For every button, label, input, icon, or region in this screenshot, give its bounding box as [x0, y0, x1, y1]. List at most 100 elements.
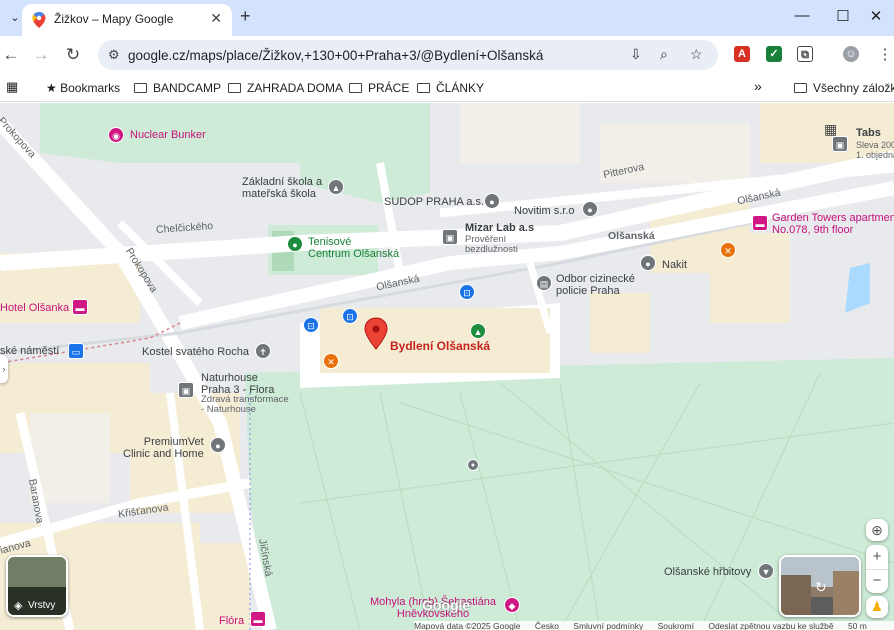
poi-garden-towers[interactable]: Garden Towers apartment No.078, 9th floo… — [772, 212, 894, 236]
grave-icon[interactable]: ● — [467, 459, 479, 471]
bookmark-item-label: PRÁCE — [368, 81, 410, 95]
bookmark-item-label: ZAHRADA DOMA — [247, 81, 344, 95]
site-settings-icon[interactable]: ⚙ — [108, 47, 120, 63]
shop-icon[interactable]: ▣ — [832, 136, 848, 152]
poi-olsanske-hrbitovy[interactable]: Olšanské hřbitovy — [664, 566, 751, 578]
minimize-icon[interactable]: — — [792, 7, 812, 24]
terms-link[interactable]: Smluvní podmínky — [573, 621, 643, 630]
bookmark-item-bookmarks[interactable]: ★ Bookmarks — [46, 81, 120, 95]
folder-icon — [228, 83, 241, 93]
transit-icon[interactable]: ▭ — [68, 343, 84, 359]
shop-icon[interactable]: ▣ — [178, 382, 194, 398]
map-footer: Mapová data ©2025 Google Česko Smluvní p… — [414, 621, 894, 630]
lock-icon[interactable]: ⊡ — [342, 308, 358, 324]
country-link[interactable]: Česko — [535, 621, 559, 630]
install-app-icon[interactable]: ⇩ — [630, 46, 642, 63]
shopping-icon[interactable]: ▬ — [250, 611, 266, 627]
hotel-icon[interactable]: ▬ — [72, 299, 88, 315]
browser-toolbar: ← → ↻ ⚙ google.cz/maps/place/Žižkov,+130… — [0, 36, 894, 74]
zoom-controls: + − — [866, 545, 888, 593]
office-icon[interactable]: ● — [640, 255, 656, 271]
window-close-icon[interactable]: ✕ — [866, 7, 886, 25]
google-logo: Google — [422, 597, 471, 613]
lock-icon[interactable]: ⊡ — [459, 284, 475, 300]
zoom-out-button[interactable]: − — [866, 569, 888, 593]
poi-namesti[interactable]: ské náměstí — [0, 345, 59, 357]
business-icon[interactable]: ▣ — [442, 229, 458, 245]
bookmark-folder-zahrada[interactable]: ZAHRADA DOMA — [228, 81, 343, 95]
extensions-puzzle-icon[interactable]: ⧉ — [797, 46, 813, 62]
more-menu-icon[interactable]: ⋮ — [874, 45, 894, 63]
apps-grid-icon[interactable]: ▦ — [6, 79, 18, 95]
all-bookmarks-folder[interactable]: Všechny záložky — [794, 81, 894, 95]
bookmark-folder-prace[interactable]: PRÁCE — [349, 81, 409, 95]
poi-nuclear-bunker[interactable]: Nuclear Bunker — [130, 129, 206, 141]
monument-icon[interactable]: ◆ — [504, 597, 520, 613]
poi-tenisove-centrum[interactable]: Tenisové Centrum Olšanská — [308, 236, 399, 260]
poi-flora[interactable]: Flóra — [219, 615, 244, 627]
poi-odbor-cizinecke-policie[interactable]: Odbor cizinecké policie Praha — [556, 273, 635, 297]
bookmarks-overflow-button[interactable]: » — [754, 78, 762, 94]
restaurant-icon[interactable]: ✕ — [720, 242, 736, 258]
satellite-thumbnail — [8, 557, 66, 587]
poi-mizar-lab[interactable]: Mizar Lab a.s — [465, 222, 534, 234]
cemetery-icon[interactable]: ▼ — [758, 563, 774, 579]
restaurant-icon[interactable]: ✕ — [323, 353, 339, 369]
back-arrow-icon[interactable]: ← — [0, 45, 22, 65]
hotel-icon[interactable]: ▬ — [752, 215, 768, 231]
new-tab-button[interactable]: + — [240, 6, 251, 27]
bunker-icon[interactable]: ◉ — [108, 127, 124, 143]
school-icon[interactable]: ▲ — [328, 179, 344, 195]
pdf-extension-icon[interactable]: A — [734, 46, 750, 62]
active-tab[interactable]: Žižkov – Mapy Google ✕ — [22, 4, 232, 36]
layers-button[interactable]: ◈ Vrstvy — [6, 555, 68, 617]
zoom-in-button[interactable]: + — [866, 545, 888, 569]
scale-bar[interactable]: 50 m — [848, 621, 867, 630]
government-building-icon[interactable]: ▤ — [536, 275, 552, 291]
poi-tabs[interactable]: Tabs — [856, 127, 881, 139]
lock-icon[interactable]: ⊡ — [303, 317, 319, 333]
tennis-icon[interactable]: ● — [287, 236, 303, 252]
apps-grid-icon[interactable]: ▦ — [824, 122, 837, 136]
park-tree-icon[interactable]: ▲ — [470, 323, 486, 339]
privacy-link[interactable]: Soukromí — [658, 621, 694, 630]
tab-close-icon[interactable]: ✕ — [210, 10, 222, 27]
rotate-360-icon: ↻ — [815, 579, 827, 595]
bookmark-folder-clanky[interactable]: ČLÁNKY — [417, 81, 484, 95]
address-bar[interactable]: ⚙ google.cz/maps/place/Žižkov,+130+00+Pr… — [98, 40, 718, 70]
poi-nakit[interactable]: Nakit — [662, 259, 687, 271]
bookmark-folder-bandcamp[interactable]: BANDCAMP — [134, 81, 221, 95]
pegman-icon[interactable]: ♟ — [866, 596, 888, 618]
my-location-icon[interactable]: ⊕ — [866, 519, 888, 541]
poi-sudop[interactable]: SUDOP PRAHA a.s. — [384, 196, 484, 208]
poi-premiumvet[interactable]: PremiumVet Clinic and Home — [123, 436, 204, 460]
poi-kostel-sv-rocha[interactable]: Kostel svatého Rocha — [142, 346, 249, 358]
map-base — [0, 103, 894, 630]
office-icon[interactable]: ● — [582, 201, 598, 217]
bookmark-star-icon[interactable]: ☆ — [690, 46, 703, 63]
poi-hotel-olsanka[interactable]: Hotel Olšanka — [0, 302, 69, 314]
google-maps-favicon-icon — [32, 12, 46, 28]
zoom-icon[interactable]: ⌕ — [660, 46, 668, 63]
folder-icon — [794, 83, 807, 93]
veterinary-icon[interactable]: ● — [210, 437, 226, 453]
poi-naturhouse[interactable]: Naturhouse Praha 3 - Flora — [201, 372, 274, 396]
building-left — [781, 575, 811, 615]
profile-avatar[interactable]: ☺ — [843, 46, 859, 62]
street-view-thumbnail[interactable]: ↻ — [779, 555, 861, 617]
church-icon[interactable]: ✝ — [255, 343, 271, 359]
feedback-link[interactable]: Odeslat zpětnou vazbu ke službě — [708, 621, 833, 630]
poi-zakladni-skola[interactable]: Základní škola a mateřská škola — [242, 176, 322, 200]
url-text[interactable]: google.cz/maps/place/Žižkov,+130+00+Prah… — [128, 48, 543, 63]
layers-icon: ◈ — [14, 600, 23, 612]
map-canvas[interactable]: Prokopova Prokopova Chelčického Pitterov… — [0, 103, 894, 630]
checkmark-extension-icon[interactable]: ✓ — [766, 46, 782, 62]
bookmark-item-label: Bookmarks — [60, 81, 121, 95]
maximize-icon[interactable]: ☐ — [833, 7, 853, 25]
reload-icon[interactable]: ↻ — [62, 45, 84, 65]
poi-bydleni-olsanska[interactable]: Bydlení Olšanská — [390, 340, 490, 352]
office-icon[interactable]: ● — [484, 193, 500, 209]
poi-novitim[interactable]: Novitim s.r.o — [514, 205, 575, 217]
collapse-side-panel-button[interactable]: › — [0, 355, 8, 383]
forward-arrow-icon[interactable]: → — [30, 45, 52, 65]
